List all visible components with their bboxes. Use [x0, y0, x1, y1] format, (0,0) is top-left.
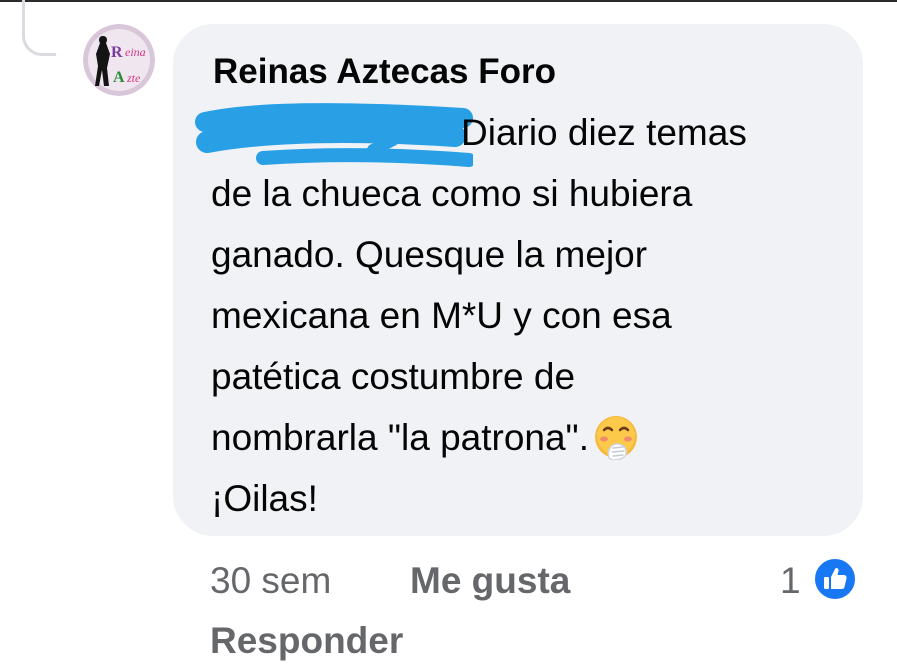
svg-text:A: A [113, 69, 125, 86]
avatar[interactable]: eina zte R A [83, 24, 155, 96]
comment-line: Diario diez temas [461, 112, 747, 153]
comment-line: mexicana en M*U y con esa [211, 295, 672, 336]
like-thumb-icon [812, 556, 858, 602]
comment-line: ¡Oilas! [211, 478, 318, 519]
svg-text:R: R [111, 44, 123, 61]
reply-button[interactable]: Responder [210, 620, 403, 662]
comment-line: patética costumbre de [211, 356, 576, 397]
comment-line: ganado. Quesque la mejor [211, 234, 648, 275]
reply-thread-line [22, 0, 56, 56]
like-button[interactable]: Me gusta [410, 560, 570, 602]
comment-timestamp[interactable]: 30 sem [210, 560, 331, 602]
comment-author[interactable]: Reinas Aztecas Foro [213, 52, 556, 92]
svg-text:eina: eina [125, 45, 146, 59]
comment-text: Diario diez temas de la chueca como si h… [211, 102, 841, 529]
reinas-aztecas-logo-icon: eina zte R A [83, 24, 155, 96]
face-with-hand-over-mouth-icon [594, 416, 637, 460]
top-divider [0, 0, 897, 2]
comment-bubble: Reinas Aztecas Foro Diario diez temas de… [173, 24, 863, 536]
svg-text:zte: zte [126, 71, 141, 85]
comment-line: de la chueca como si hubiera [211, 173, 693, 214]
comment-line: nombrarla "la patrona". [211, 407, 841, 468]
reaction-count: 1 [780, 560, 801, 601]
comment-line-text: nombrarla "la patrona". [211, 417, 589, 458]
